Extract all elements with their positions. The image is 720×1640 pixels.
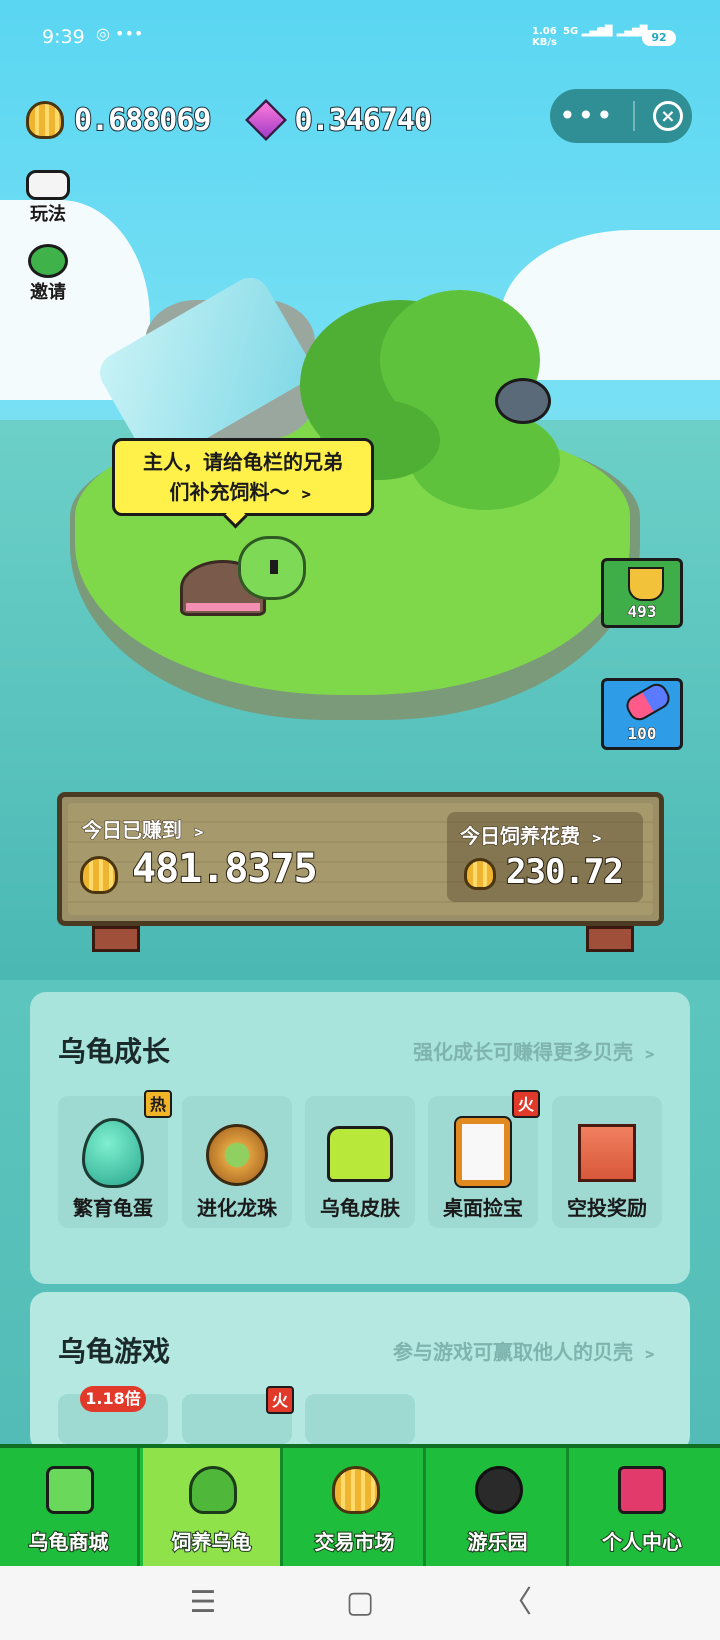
food-bowl-icon — [628, 567, 664, 601]
card-label: 乌龟皮肤 — [320, 1196, 400, 1220]
tab-label: 交易市场 — [314, 1529, 396, 1555]
earned-today-label[interactable]: 今日已赚到 ﹥ — [82, 814, 210, 843]
earned-today-value: 481.8375 — [131, 845, 319, 893]
card-label: 桌面捡宝 — [443, 1196, 523, 1220]
home-icon[interactable]: ▢ — [343, 1586, 377, 1620]
growth-card-evolve-orb[interactable]: 进化龙珠 — [182, 1096, 292, 1228]
card-label: 进化龙珠 — [197, 1196, 277, 1220]
tab-turtle-shop[interactable]: 乌龟商城 — [0, 1448, 140, 1566]
turtle-eye — [270, 560, 278, 574]
cost-shell-icon — [464, 858, 496, 890]
shell-icon — [332, 1466, 380, 1514]
treasure-chest-icon — [618, 1466, 666, 1514]
board-leg-right — [586, 926, 634, 952]
dragon-orb-icon — [206, 1124, 268, 1186]
earned-shell-icon — [80, 856, 118, 894]
system-nav-bar: ☰ ▢ 〈 — [0, 1566, 720, 1640]
phone-icon — [454, 1116, 512, 1188]
capsule-divider — [632, 101, 635, 131]
fire-badge: 火 — [512, 1090, 540, 1118]
signal-5g-2: 5G ▂▄▆█ — [598, 26, 648, 37]
growth-title: 乌龟成长 — [58, 1035, 171, 1068]
turtle-band — [186, 603, 260, 611]
growth-link[interactable]: 强化成长可赚得更多贝壳 ﹥ — [413, 1036, 660, 1065]
close-icon[interactable]: × — [652, 101, 683, 131]
bubble-text-line1: 主人，请给龟栏的兄弟 — [143, 450, 343, 474]
play-guide-button[interactable]: 玩法 — [24, 170, 72, 226]
shell-balance: 0.688069 — [73, 102, 212, 139]
multiplier-badge: 1.18倍 — [80, 1386, 146, 1412]
turtle-face-icon — [46, 1466, 94, 1514]
games-title: 乌龟游戏 — [58, 1335, 171, 1368]
medicine-count: 100 — [627, 724, 657, 744]
card-label: 空投奖励 — [567, 1196, 647, 1220]
tab-label: 个人中心 — [601, 1529, 683, 1555]
tab-profile[interactable]: 个人中心 — [572, 1448, 712, 1566]
status-icons: ◎ ••• — [96, 24, 144, 43]
food-count: 493 — [627, 602, 657, 622]
currency-row: 0.688069 0.346740 — [26, 96, 433, 144]
card-label: 繁育龟蛋 — [73, 1196, 153, 1220]
feeding-cost-label: 今日饲养花费 ﹥ — [460, 824, 608, 849]
crate-icon — [578, 1124, 636, 1182]
feeding-cost-value: 230.72 — [505, 851, 625, 893]
game-card-3[interactable] — [305, 1394, 415, 1444]
mini-program-capsule: ••• × — [550, 89, 692, 143]
bottom-tab-bar: 乌龟商城 饲养乌龟 交易市场 游乐园 个人中心 — [0, 1444, 720, 1570]
tab-label: 乌龟商城 — [28, 1529, 110, 1555]
shell-icon — [26, 101, 64, 139]
radar-dish-icon[interactable] — [495, 378, 551, 424]
feed-reminder-bubble[interactable]: 主人，请给龟栏的兄弟 们补充饲料～ ﹥ — [112, 438, 374, 516]
tshirt-icon — [327, 1126, 393, 1182]
food-button[interactable]: 493 — [601, 558, 683, 628]
tab-amusement-park[interactable]: 游乐园 — [429, 1448, 569, 1566]
tab-label: 游乐园 — [467, 1529, 529, 1555]
more-icon[interactable]: ••• — [559, 102, 615, 130]
bubble-text-line2: 们补充饲料～ ﹥ — [169, 480, 317, 504]
tab-label: 饲养乌龟 — [171, 1529, 253, 1555]
tab-feed-turtle[interactable]: 饲养乌龟 — [143, 1448, 283, 1566]
board-leg-left — [92, 926, 140, 952]
medicine-button[interactable]: 100 — [601, 678, 683, 750]
growth-card-airdrop-reward[interactable]: 空投奖励 — [552, 1096, 662, 1228]
tab-trade-market[interactable]: 交易市场 — [286, 1448, 426, 1566]
invite-label: 邀请 — [30, 282, 66, 303]
pill-icon — [622, 679, 674, 725]
invite-button[interactable]: 邀请 — [24, 244, 72, 304]
green-slime-icon — [189, 1466, 237, 1514]
menu-icon[interactable]: ☰ — [186, 1586, 220, 1620]
games-link[interactable]: 参与游戏可赢取他人的贝壳 ﹥ — [393, 1336, 660, 1365]
growth-card-turtle-skin[interactable]: 乌龟皮肤 — [305, 1096, 415, 1228]
gem-icon — [244, 99, 287, 141]
gamepad-icon — [26, 170, 70, 200]
egg-icon — [82, 1118, 144, 1188]
back-icon[interactable]: 〈 — [500, 1586, 534, 1620]
status-time: 9:39 — [42, 26, 85, 48]
fire-badge: 火 — [266, 1386, 294, 1414]
hot-badge: 热 — [144, 1090, 172, 1118]
gem-balance: 0.346740 — [294, 102, 433, 139]
bomb-icon — [475, 1466, 523, 1514]
network-speed: 1.06 KB/s — [532, 26, 557, 48]
battery-indicator: 92 — [642, 30, 676, 46]
play-guide-label: 玩法 — [30, 204, 66, 225]
invite-turtle-icon — [28, 244, 68, 278]
